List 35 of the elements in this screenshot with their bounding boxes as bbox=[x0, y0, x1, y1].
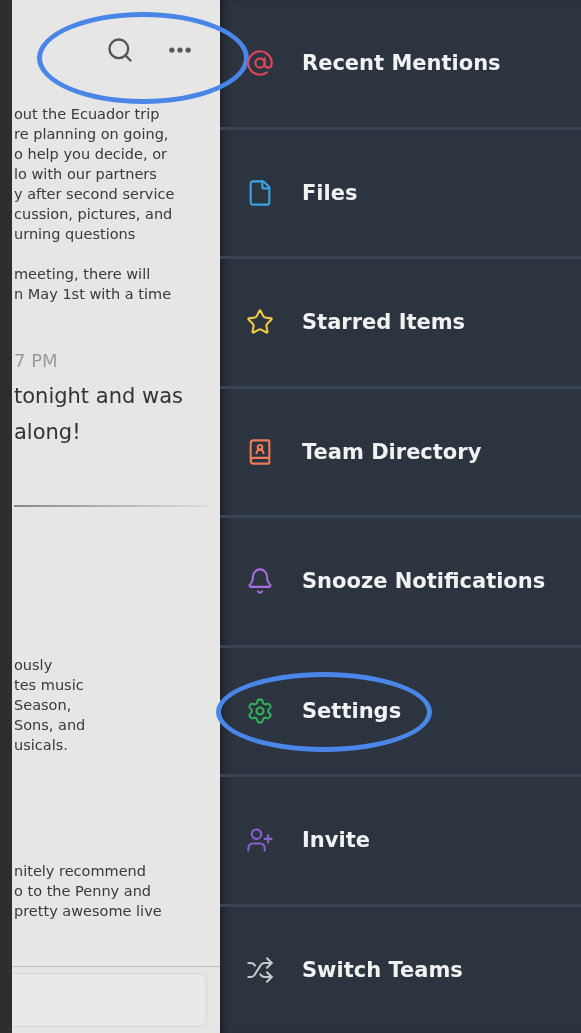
message-text-line: Sons, and bbox=[14, 716, 87, 735]
message-text-line: pretty awesome live bbox=[14, 902, 163, 921]
message-text-line: lo with our partners bbox=[14, 165, 158, 184]
message-text-line: n May 1st with a time bbox=[14, 285, 173, 304]
at-sign-icon bbox=[246, 49, 274, 78]
message-text-line: meeting, there will bbox=[14, 265, 152, 284]
menu-item[interactable]: Snooze Notifications bbox=[302, 569, 546, 594]
message-text-line: tonight and was bbox=[14, 383, 184, 410]
message-text-line: along! bbox=[14, 419, 82, 446]
menu-item[interactable]: Settings bbox=[302, 698, 402, 723]
menu-item[interactable]: Invite bbox=[302, 828, 370, 853]
message-text-line: cussion, pictures, and bbox=[14, 205, 174, 224]
message-text-line: Season, bbox=[14, 696, 73, 715]
message-input-field[interactable] bbox=[12, 973, 207, 1027]
message-text-line: nitely recommend bbox=[14, 862, 147, 881]
bell-icon bbox=[246, 567, 274, 596]
message-text-line: out the Ecuador trip bbox=[14, 105, 161, 124]
message-text-line: urning questions bbox=[14, 225, 137, 244]
message-text-line: ously bbox=[14, 656, 54, 675]
message-text-line: o to the Penny and bbox=[14, 882, 153, 901]
menu-item[interactable]: Team Directory bbox=[302, 439, 482, 464]
settings-icon bbox=[246, 696, 274, 725]
message-text-line: y after second service bbox=[14, 185, 176, 204]
shuffle-icon bbox=[246, 955, 274, 984]
timestamp: 7 PM bbox=[14, 350, 58, 371]
star-icon bbox=[246, 308, 274, 337]
message-text-line: re planning on going, bbox=[14, 125, 170, 144]
menu-item[interactable]: Recent Mentions bbox=[302, 51, 501, 76]
search-icon[interactable] bbox=[106, 36, 134, 64]
menu-item[interactable]: Files bbox=[302, 180, 358, 205]
message-text-line: usicals. bbox=[14, 736, 69, 755]
menu-item[interactable]: Starred Items bbox=[302, 310, 466, 335]
menu-item[interactable]: Switch Teams bbox=[302, 957, 463, 982]
message-text-line: o help you decide, or bbox=[14, 145, 168, 164]
message-text-line: tes music bbox=[14, 676, 85, 695]
